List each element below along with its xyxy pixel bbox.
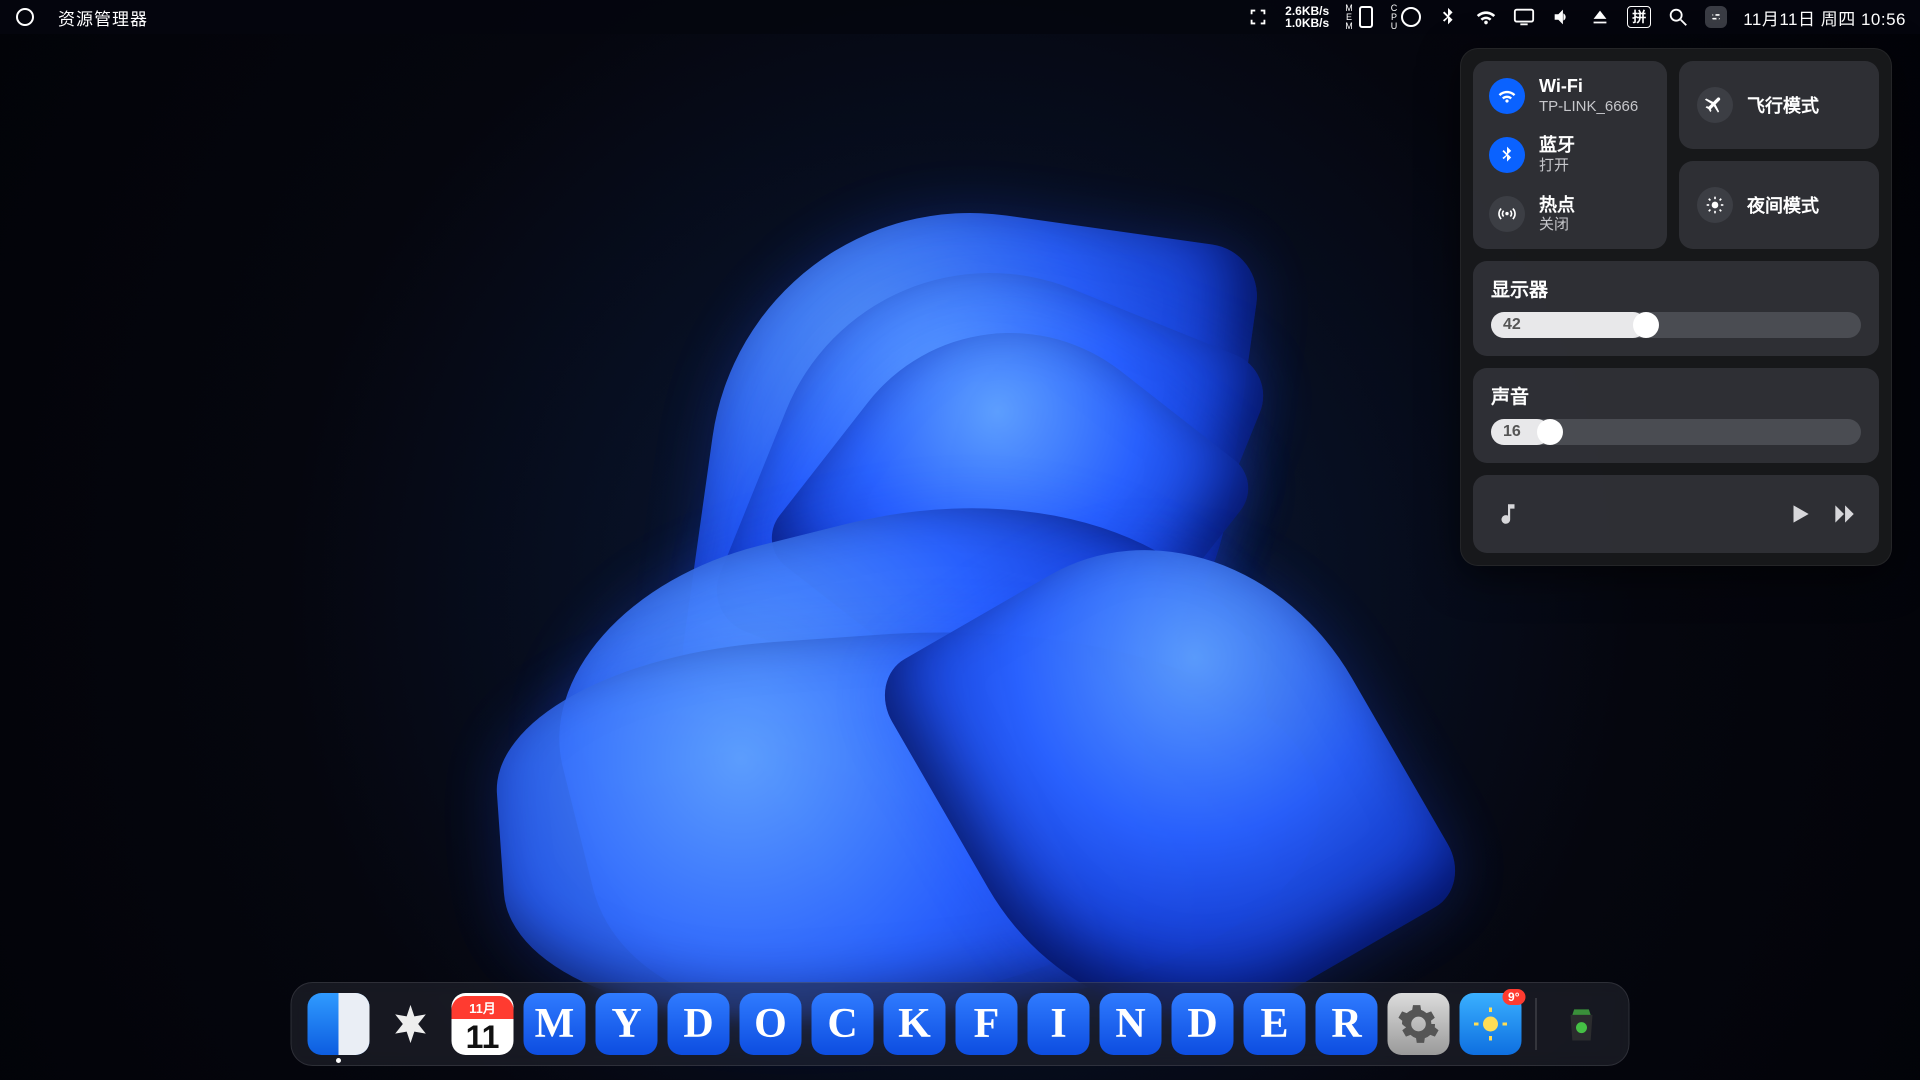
volume-slider[interactable]: 16: [1491, 419, 1861, 445]
eject-icon[interactable]: [1589, 6, 1611, 28]
network-speed[interactable]: 2.6KB/s 1.0KB/s: [1285, 5, 1329, 29]
hotspot-icon: [1489, 196, 1525, 232]
dock-letter-e-10[interactable]: E: [1244, 993, 1306, 1055]
airplane-mode-toggle[interactable]: 飞行模式: [1679, 61, 1879, 149]
clock[interactable]: 11月11日 周四 10:56: [1743, 5, 1906, 30]
dock-letter-o-3[interactable]: O: [740, 993, 802, 1055]
start-button[interactable]: [14, 6, 36, 28]
volume-card: 声音 16: [1473, 368, 1879, 463]
media-card: [1473, 475, 1879, 553]
bluetooth-title: 蓝牙: [1539, 134, 1575, 157]
bluetooth-subtitle: 打开: [1539, 157, 1575, 176]
dock-weather[interactable]: 9°: [1460, 993, 1522, 1055]
brightness-label: 显示器: [1491, 275, 1861, 302]
memory-indicator[interactable]: MEM: [1345, 4, 1375, 31]
dock-trash[interactable]: [1551, 993, 1613, 1055]
play-button[interactable]: [1787, 501, 1813, 527]
fullscreen-icon[interactable]: [1247, 6, 1269, 28]
dock-calendar[interactable]: 11月 11: [452, 993, 514, 1055]
bluetooth-toggle[interactable]: 蓝牙 打开: [1489, 134, 1651, 175]
dock-letter-n-8[interactable]: N: [1100, 993, 1162, 1055]
hotspot-toggle[interactable]: 热点 关闭: [1489, 194, 1651, 235]
wifi-toggle[interactable]: Wi-Fi TP-LINK_6666: [1489, 75, 1651, 116]
wifi-subtitle: TP-LINK_6666: [1539, 98, 1638, 117]
brightness-value: 42: [1503, 316, 1521, 334]
volume-icon[interactable]: [1551, 6, 1573, 28]
menubar: 资源管理器 2.6KB/s 1.0KB/s MEM CPU: [0, 0, 1920, 34]
wallpaper-bloom: [410, 133, 1510, 1033]
dock-separator: [1536, 998, 1537, 1050]
night-icon: [1697, 187, 1733, 223]
weather-badge: 9°: [1502, 989, 1525, 1005]
dock-finder[interactable]: [308, 993, 370, 1055]
brightness-card: 显示器 42: [1473, 261, 1879, 356]
dock-settings[interactable]: [1388, 993, 1450, 1055]
calendar-month: 11月: [452, 996, 514, 1019]
volume-value: 16: [1503, 423, 1521, 441]
display-icon[interactable]: [1513, 6, 1535, 28]
wifi-icon[interactable]: [1475, 6, 1497, 28]
ime-indicator[interactable]: 拼: [1627, 6, 1651, 28]
night-mode-toggle[interactable]: 夜间模式: [1679, 161, 1879, 249]
airplane-icon: [1697, 87, 1733, 123]
wifi-title: Wi-Fi: [1539, 75, 1638, 98]
dock-letter-k-5[interactable]: K: [884, 993, 946, 1055]
control-center-panel: Wi-Fi TP-LINK_6666 蓝牙 打开 热点 关闭: [1460, 48, 1892, 566]
dock: 11月 11 MYDOCKFINDER 9°: [291, 982, 1630, 1066]
wifi-icon: [1489, 78, 1525, 114]
brightness-slider[interactable]: 42: [1491, 312, 1861, 338]
net-down: 1.0KB/s: [1285, 17, 1329, 29]
night-label: 夜间模式: [1747, 192, 1819, 218]
dock-letter-d-2[interactable]: D: [668, 993, 730, 1055]
dock-letter-y-1[interactable]: Y: [596, 993, 658, 1055]
connectivity-card: Wi-Fi TP-LINK_6666 蓝牙 打开 热点 关闭: [1473, 61, 1667, 249]
calendar-day: 11: [466, 1021, 500, 1053]
dock-letter-f-6[interactable]: F: [956, 993, 1018, 1055]
dock-letter-r-11[interactable]: R: [1316, 993, 1378, 1055]
control-center-icon[interactable]: [1705, 6, 1727, 28]
cpu-indicator[interactable]: CPU: [1391, 4, 1422, 31]
music-icon: [1495, 501, 1521, 527]
bluetooth-icon: [1489, 137, 1525, 173]
next-button[interactable]: [1831, 501, 1857, 527]
volume-label: 声音: [1491, 382, 1861, 409]
dock-letter-d-9[interactable]: D: [1172, 993, 1234, 1055]
bluetooth-icon[interactable]: [1437, 6, 1459, 28]
dock-launchpad[interactable]: [380, 993, 442, 1055]
hotspot-subtitle: 关闭: [1539, 216, 1575, 235]
running-indicator: [336, 1058, 341, 1063]
dock-letter-i-7[interactable]: I: [1028, 993, 1090, 1055]
dock-letter-m-0[interactable]: M: [524, 993, 586, 1055]
active-app-title[interactable]: 资源管理器: [58, 5, 148, 30]
hotspot-title: 热点: [1539, 194, 1575, 217]
dock-letter-c-4[interactable]: C: [812, 993, 874, 1055]
airplane-label: 飞行模式: [1747, 92, 1819, 118]
search-icon[interactable]: [1667, 6, 1689, 28]
